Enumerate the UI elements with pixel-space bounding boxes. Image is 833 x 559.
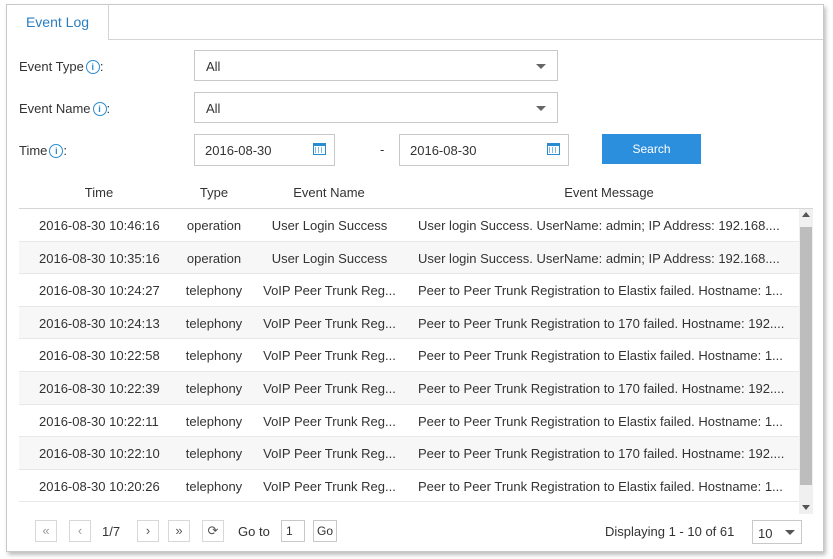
cell-event-name: User Login Success <box>271 250 388 266</box>
table-row[interactable]: 2016-08-30 10:22:58 telephony VoIP Peer Tr… <box>19 339 799 372</box>
cell-type: telephony <box>185 348 243 364</box>
cell-event-name: VoIP Peer Trunk Reg... <box>263 413 396 429</box>
event-name-select[interactable]: All <box>194 92 558 123</box>
cell-time: 2016-08-30 10:35:16 <box>39 250 160 266</box>
last-page-button[interactable]: » <box>168 520 190 542</box>
column-header-event-name[interactable]: Event Name <box>274 185 384 200</box>
cell-time: 2016-08-30 10:22:11 <box>39 413 159 429</box>
cell-event-message: Peer to Peer Trunk Registration to Elast… <box>418 478 783 494</box>
cell-type: telephony <box>185 380 243 396</box>
scrollbar-thumb[interactable] <box>800 227 812 485</box>
cell-event-name: VoIP Peer Trunk Reg... <box>263 315 396 331</box>
cell-time: 2016-08-30 10:20:26 <box>39 478 160 494</box>
cell-event-message: User login Success. UserName: admin; IP … <box>418 218 780 233</box>
cell-time: 2016-08-30 10:46:16 <box>39 218 160 233</box>
event-name-value: All <box>206 101 221 116</box>
time-to-input[interactable]: 2016-08-30 <box>399 134 569 166</box>
info-icon[interactable]: i <box>92 102 107 116</box>
calendar-icon[interactable] <box>313 143 326 155</box>
cell-time: 2016-08-30 10:24:27 <box>39 283 160 299</box>
column-header-event-message[interactable]: Event Message <box>519 185 699 200</box>
cell-event-message: Peer to Peer Trunk Registration to 170 f… <box>418 380 785 396</box>
event-name-label: Event Name i: <box>19 101 111 116</box>
calendar-icon[interactable] <box>547 143 560 155</box>
tab-bar: Event Log <box>7 5 823 40</box>
cell-type: telephony <box>185 283 243 299</box>
time-label: Time i: <box>19 143 68 158</box>
table-row[interactable]: 2016-08-30 10:22:10 telephony VoIP Peer Tr… <box>19 437 799 470</box>
cell-event-name: VoIP Peer Trunk Reg... <box>263 283 396 299</box>
table-row[interactable]: 2016-08-30 10:20:26 telephony VoIP Peer Tr… <box>19 470 799 503</box>
display-count: Displaying 1 - 10 of 61 <box>605 524 735 539</box>
table-row[interactable]: 2016-08-30 10:46:16 operation User Login S… <box>19 209 799 242</box>
event-type-select[interactable]: All <box>194 50 558 81</box>
scroll-up-icon[interactable] <box>802 212 810 217</box>
cell-type: operation <box>186 218 242 233</box>
search-button[interactable]: Search <box>602 134 701 164</box>
cell-time: 2016-08-30 10:24:13 <box>39 315 160 331</box>
cell-event-message: Peer to Peer Trunk Registration to 170 f… <box>418 446 785 462</box>
cell-time: 2016-08-30 10:22:10 <box>39 446 160 462</box>
cell-event-name: VoIP Peer Trunk Reg... <box>263 348 396 364</box>
cell-event-message: User login Success. UserName: admin; IP … <box>418 250 780 266</box>
first-page-button[interactable]: « <box>35 520 57 542</box>
table-row[interactable]: 2016-08-30 10:24:13 telephony VoIP Peer Tr… <box>19 306 799 340</box>
cell-time: 2016-08-30 10:22:39 <box>39 380 160 396</box>
column-header-type[interactable]: Type <box>191 185 237 200</box>
next-page-button[interactable]: › <box>137 520 159 542</box>
cell-event-message: Peer to Peer Trunk Registration to Elast… <box>418 348 783 364</box>
cell-time: 2016-08-30 10:22:58 <box>39 348 160 364</box>
table-row[interactable]: 2016-08-30 10:22:11 telephony VoIP Peer Tr… <box>19 405 799 438</box>
cell-event-name: VoIP Peer Trunk Reg... <box>263 446 396 462</box>
page-size-select[interactable]: 10 <box>752 520 802 544</box>
scroll-down-icon[interactable] <box>802 505 810 510</box>
cell-event-name: VoIP Peer Trunk Reg... <box>263 478 396 494</box>
refresh-icon[interactable]: ⟳ <box>202 520 224 542</box>
table-row[interactable]: 2016-08-30 10:22:39 telephony VoIP Peer Tr… <box>19 371 799 405</box>
cell-type: telephony <box>185 315 243 331</box>
cell-type: telephony <box>185 413 243 429</box>
cell-type: telephony <box>185 446 243 462</box>
cell-type: operation <box>186 250 242 266</box>
chevron-down-icon <box>536 64 546 69</box>
goto-page-input[interactable]: 1 <box>281 520 305 542</box>
chevron-down-icon <box>785 530 795 535</box>
prev-page-button[interactable]: ‹ <box>69 520 91 542</box>
cell-event-name: User Login Success <box>271 218 388 233</box>
go-button[interactable]: Go <box>313 520 337 542</box>
table-header: Time Type Event Name Event Message <box>19 181 813 209</box>
pagination-bar: « ‹ 1/7 › » ⟳ Go to 1 Go Displaying 1 - … <box>19 517 813 547</box>
cell-event-message: Peer to Peer Trunk Registration to Elast… <box>418 283 783 299</box>
column-header-time[interactable]: Time <box>71 185 127 200</box>
table-row[interactable]: 2016-08-30 10:35:16 operation User Login S… <box>19 241 799 275</box>
info-icon[interactable]: i <box>49 144 64 158</box>
date-range-separator: - <box>380 142 385 157</box>
table-row[interactable]: 2016-08-30 10:24:27 telephony VoIP Peer Tr… <box>19 274 799 307</box>
event-type-label: Event Type i: <box>19 59 104 74</box>
cell-event-message: Peer to Peer Trunk Registration to 170 f… <box>418 315 785 331</box>
info-icon[interactable]: i <box>85 60 100 74</box>
time-from-input[interactable]: 2016-08-30 <box>194 134 335 166</box>
page-indicator: 1/7 <box>102 524 121 539</box>
vertical-scrollbar[interactable] <box>799 209 813 514</box>
goto-label: Go to <box>238 524 270 539</box>
tab-event-log[interactable]: Event Log <box>7 5 109 40</box>
event-log-panel: Event Log Event Type i: All Event Name i: … <box>6 4 824 552</box>
cell-type: telephony <box>185 478 243 494</box>
chevron-down-icon <box>536 106 546 111</box>
cell-event-message: Peer to Peer Trunk Registration to Elast… <box>418 413 783 429</box>
cell-event-name: VoIP Peer Trunk Reg... <box>263 380 396 396</box>
event-type-value: All <box>206 59 221 74</box>
table-body: 2016-08-30 10:46:16 operation User Login S… <box>19 209 799 509</box>
